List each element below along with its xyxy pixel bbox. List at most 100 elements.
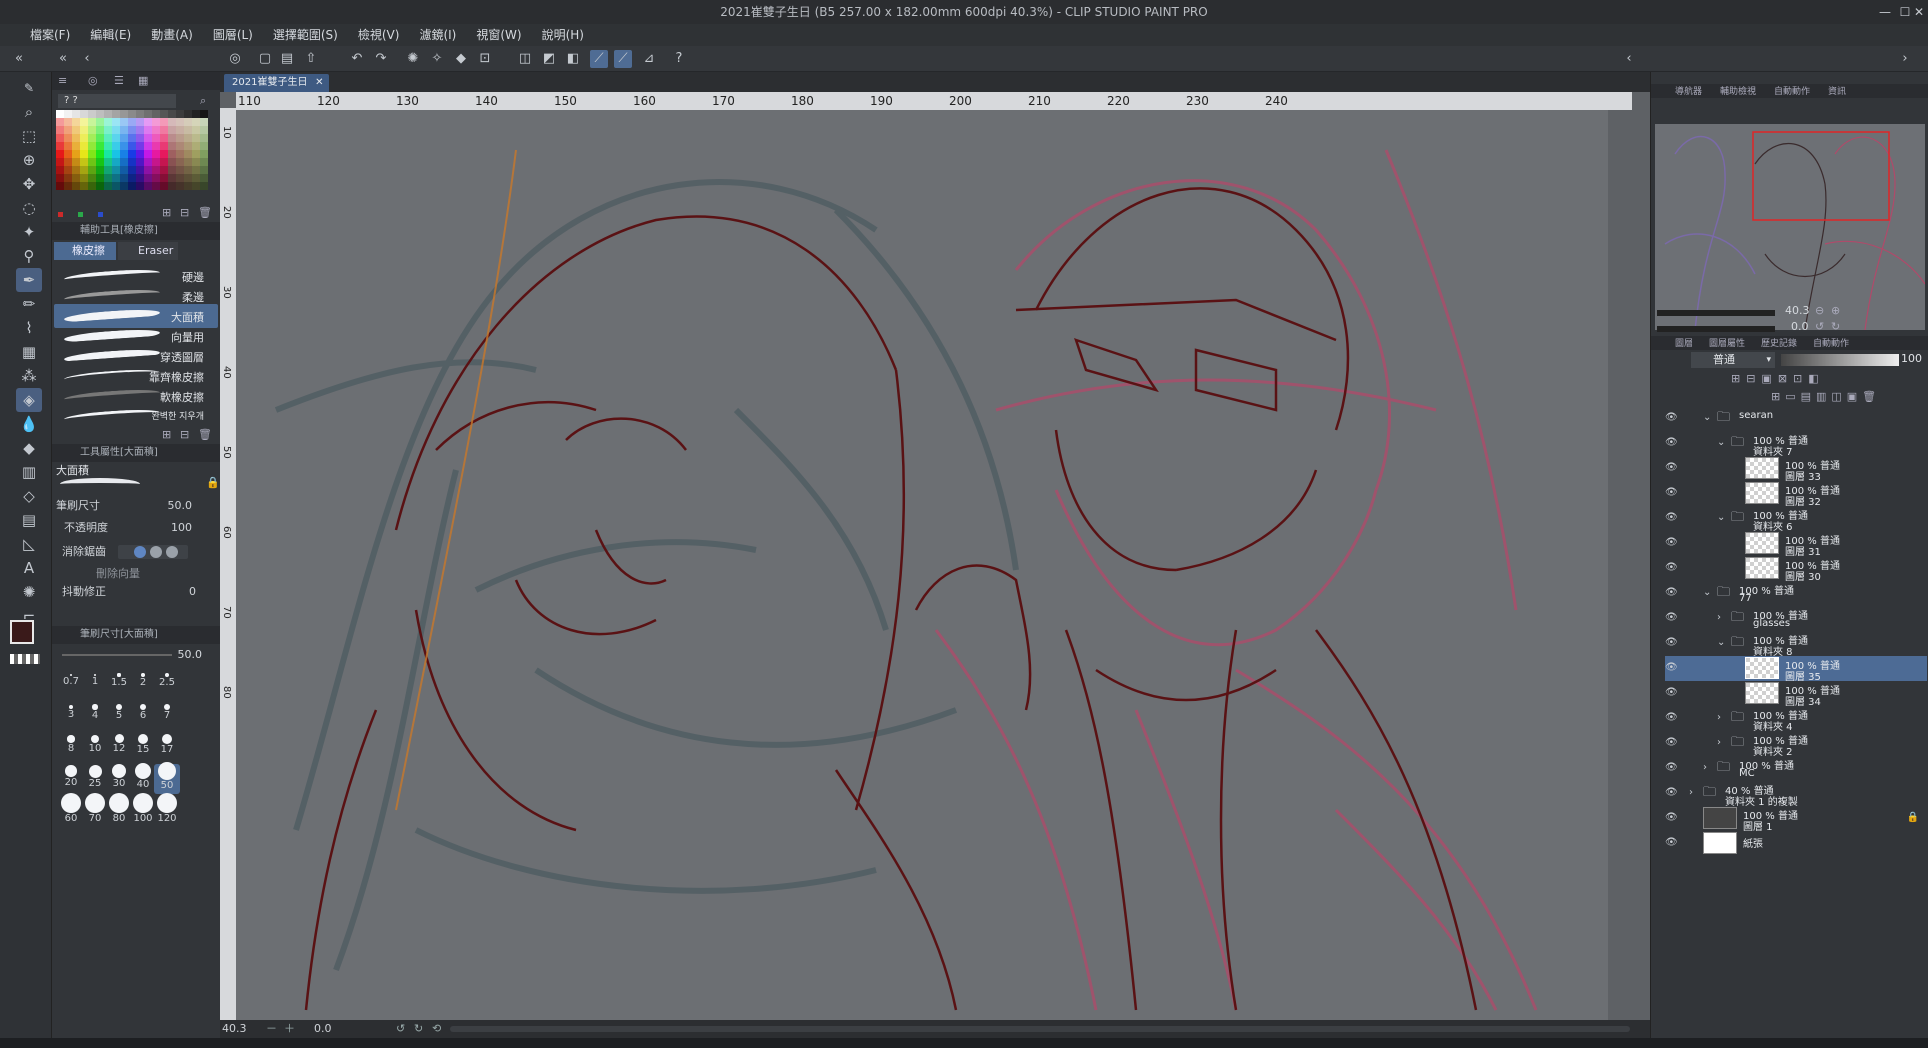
copy-sub-tool-icon[interactable]: ⊞: [162, 428, 171, 441]
color-swatch[interactable]: [56, 134, 64, 142]
help-icon[interactable]: ?: [670, 50, 688, 68]
color-swatch[interactable]: [112, 158, 120, 166]
color-swatch[interactable]: [176, 142, 184, 150]
color-swatch[interactable]: [136, 118, 144, 126]
color-swatch[interactable]: [64, 118, 72, 126]
color-swatch[interactable]: [96, 126, 104, 134]
color-swatch[interactable]: [128, 110, 136, 118]
color-swatch[interactable]: [168, 150, 176, 158]
color-swatch[interactable]: [128, 150, 136, 158]
eraser-icon[interactable]: ◈: [16, 388, 42, 412]
brush-size-option[interactable]: 12: [106, 732, 132, 762]
tab-navigator[interactable]: 導航器: [1675, 84, 1702, 98]
opacity-value[interactable]: 100: [171, 518, 192, 538]
color-swatch[interactable]: [104, 158, 112, 166]
opacity-row[interactable]: 不透明度 100: [56, 518, 216, 538]
color-swatch[interactable]: [96, 166, 104, 174]
transform-icon[interactable]: ⊡: [476, 50, 494, 68]
color-swatch[interactable]: [152, 174, 160, 182]
pen-toggle-icon[interactable]: ✎: [16, 76, 42, 100]
color-swatch[interactable]: [88, 158, 96, 166]
open-file-icon[interactable]: ▤: [278, 50, 296, 68]
color-swatch[interactable]: [64, 150, 72, 158]
zoom-in-icon[interactable]: ＋: [284, 1020, 295, 1038]
color-swatch[interactable]: [96, 134, 104, 142]
lock-icon[interactable]: 🔒: [1907, 812, 1919, 823]
color-swatch[interactable]: [152, 142, 160, 150]
blend-icon[interactable]: 💧: [16, 412, 42, 436]
brush-size-value[interactable]: 50.0: [168, 496, 193, 516]
minimize-button[interactable]: —: [1872, 0, 1898, 24]
color-swatch[interactable]: [104, 166, 112, 174]
color-swatch[interactable]: [160, 118, 168, 126]
text-icon[interactable]: A: [16, 556, 42, 580]
color-swatch[interactable]: [168, 110, 176, 118]
color-swatch[interactable]: [136, 110, 144, 118]
color-swatch[interactable]: [176, 126, 184, 134]
color-swatch[interactable]: [176, 150, 184, 158]
color-swatch[interactable]: [80, 166, 88, 174]
color-swatch[interactable]: [152, 118, 160, 126]
crop-icon[interactable]: ◩: [540, 50, 558, 68]
color-swatch[interactable]: [104, 110, 112, 118]
color-swatch[interactable]: [136, 174, 144, 182]
color-swatch[interactable]: [144, 118, 152, 126]
color-swatch[interactable]: [88, 126, 96, 134]
layer-row[interactable]: 👁 › 🗀 100 % 普通 glasses: [1665, 606, 1927, 631]
color-swatch[interactable]: [200, 142, 208, 150]
layer-row[interactable]: 👁 100 % 普通 圖層 1 🔒: [1665, 806, 1927, 833]
mini-color-blue[interactable]: [98, 212, 103, 217]
color-swatch[interactable]: [176, 134, 184, 142]
layer-row[interactable]: 👁 紙張: [1665, 831, 1927, 856]
loading-icon[interactable]: ✺: [404, 50, 422, 68]
select-icon[interactable]: ⬚: [16, 124, 42, 148]
color-wheel-icon[interactable]: ◎: [88, 74, 98, 87]
color-swatch[interactable]: [152, 158, 160, 166]
color-swatch[interactable]: [120, 158, 128, 166]
frame-border-icon[interactable]: ▤: [16, 508, 42, 532]
color-set-select[interactable]: ? ?: [58, 94, 176, 108]
layer-row[interactable]: 👁 ⌄ 🗀 100 % 普通 資料夾 6: [1665, 506, 1927, 534]
close-tab-icon[interactable]: ✕: [315, 74, 323, 92]
color-swatch[interactable]: [168, 182, 176, 190]
color-swatch[interactable]: [144, 174, 152, 182]
color-swatch[interactable]: [88, 110, 96, 118]
color-swatch[interactable]: [176, 118, 184, 126]
color-swatch[interactable]: [80, 174, 88, 182]
menu-animation[interactable]: 動畫(A): [141, 24, 203, 46]
brush-icon[interactable]: ⌇: [16, 316, 42, 340]
trash-icon[interactable]: 🗑: [198, 206, 212, 219]
lasso-icon[interactable]: ◌: [16, 196, 42, 220]
color-swatch[interactable]: [168, 118, 176, 126]
color-swatch[interactable]: [184, 174, 192, 182]
airbrush-icon[interactable]: ▦: [16, 340, 42, 364]
color-swatch[interactable]: [80, 158, 88, 166]
rotate-right-icon[interactable]: ↻: [414, 1020, 423, 1038]
color-swatch[interactable]: [136, 126, 144, 134]
color-swatch[interactable]: [168, 142, 176, 150]
collapse-icon[interactable]: «: [54, 50, 72, 68]
color-swatch[interactable]: [152, 110, 160, 118]
fill-icon[interactable]: ◆: [452, 50, 470, 68]
color-swatch[interactable]: [160, 134, 168, 142]
visibility-eye-icon[interactable]: 👁: [1665, 662, 1678, 674]
color-swatch[interactable]: [112, 118, 120, 126]
layer-row[interactable]: 👁 › 🗀 100 % 普通 資料夾 4: [1665, 706, 1927, 734]
layer-row[interactable]: 👁 ⌄ 🗀 100 % 普通 77: [1665, 581, 1927, 606]
gradient-icon[interactable]: ▥: [16, 460, 42, 484]
color-swatch[interactable]: [104, 174, 112, 182]
brush-size-option[interactable]: 120: [154, 793, 180, 826]
brush-size-option[interactable]: 8: [58, 732, 84, 762]
color-swatch[interactable]: [152, 182, 160, 190]
color-swatch[interactable]: [56, 142, 64, 150]
brush-size-option[interactable]: 6: [130, 700, 156, 730]
mini-color-red[interactable]: [58, 212, 63, 217]
color-swatch[interactable]: [192, 150, 200, 158]
tab-sub-view[interactable]: 輔助檢視: [1720, 84, 1756, 98]
color-swatch[interactable]: [152, 134, 160, 142]
visibility-eye-icon[interactable]: 👁: [1665, 787, 1678, 799]
color-swatch[interactable]: [192, 118, 200, 126]
layer-row[interactable]: 👁 ⌄ 🗀 100 % 普通 資料夾 8: [1665, 631, 1927, 659]
color-swatch[interactable]: [72, 158, 80, 166]
visibility-eye-icon[interactable]: 👁: [1665, 712, 1678, 724]
